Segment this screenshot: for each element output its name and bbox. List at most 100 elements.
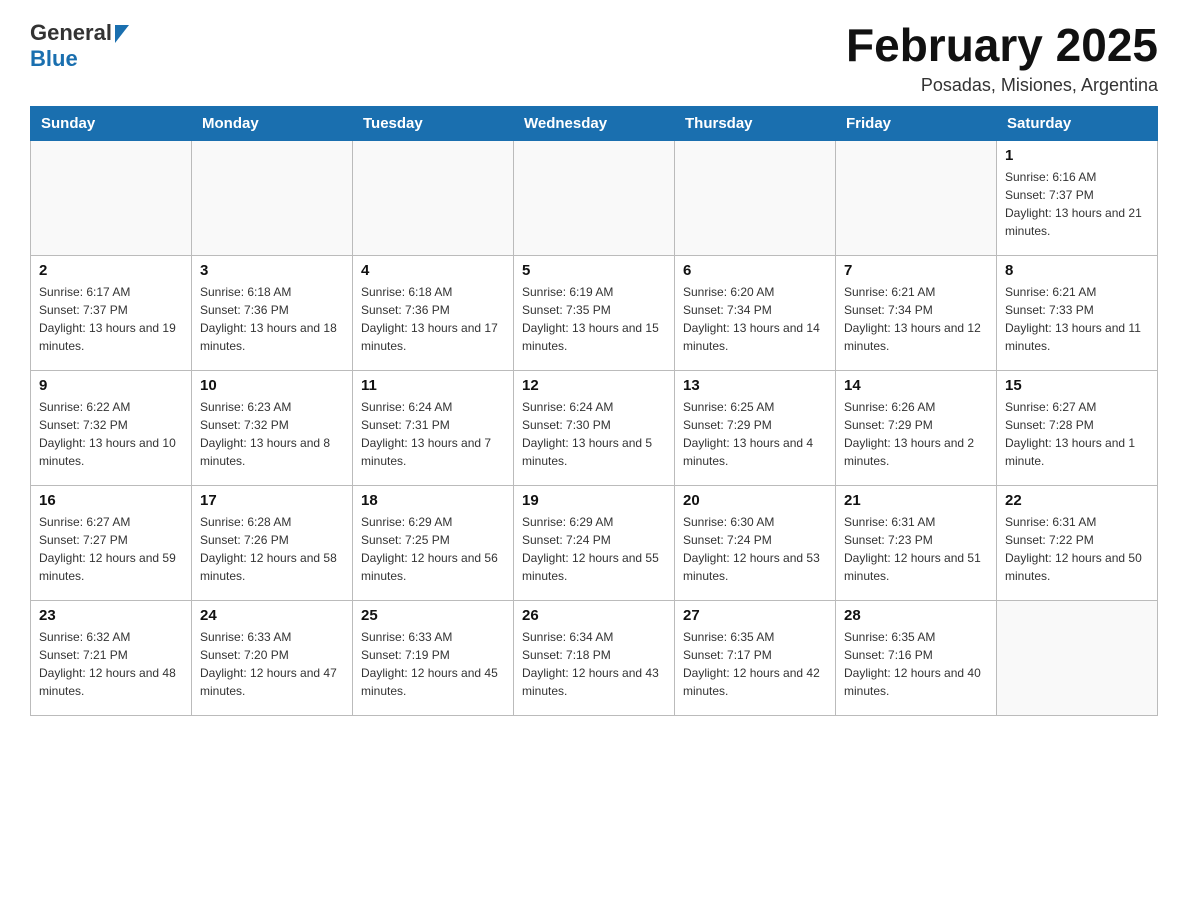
calendar-cell: 16 Sunrise: 6:27 AM Sunset: 7:27 PM Dayli… [31,485,192,600]
calendar-cell: 18Sunrise: 6:29 AM Sunset: 7:25 PM Dayli… [353,485,514,600]
logo-general-text: General [30,20,112,46]
calendar-cell: 12 Sunrise: 6:24 AM Sunset: 7:30 PM Dayli… [514,370,675,485]
calendar-header-sunday: Sunday [31,106,192,140]
day-number: 20 [683,492,827,509]
calendar-cell: 10 Sunrise: 6:23 AM Sunset: 7:32 PM Dayli… [192,370,353,485]
day-info: Sunrise: 6:19 AM Sunset: 7:35 PM Dayligh… [522,283,666,355]
day-number: 1 [1005,147,1149,164]
day-info: Sunrise: 6:18 AM Sunset: 7:36 PM Dayligh… [361,283,505,355]
day-info: Sunrise: 6:33 AM Sunset: 7:19 PM Dayligh… [361,628,505,700]
day-info: Sunrise: 6:22 AM Sunset: 7:32 PM Dayligh… [39,398,183,470]
calendar-cell: 23 Sunrise: 6:32 AM Sunset: 7:21 PM Dayli… [31,600,192,715]
day-info: Sunrise: 6:17 AM Sunset: 7:37 PM Dayligh… [39,283,183,355]
calendar-header-monday: Monday [192,106,353,140]
day-info: Sunrise: 6:21 AM Sunset: 7:33 PM Dayligh… [1005,283,1149,355]
day-info: Sunrise: 6:20 AM Sunset: 7:34 PM Dayligh… [683,283,827,355]
day-number: 19 [522,492,666,509]
page-header: General Blue February 2025 Posadas, Misi… [30,20,1158,96]
calendar-cell: 9Sunrise: 6:22 AM Sunset: 7:32 PM Daylig… [31,370,192,485]
calendar-header-row: SundayMondayTuesdayWednesdayThursdayFrid… [31,106,1158,140]
day-number: 21 [844,492,988,509]
day-number: 27 [683,607,827,624]
day-number: 12 [522,377,666,394]
calendar-cell: 2 Sunrise: 6:17 AM Sunset: 7:37 PM Daylig… [31,255,192,370]
day-info: Sunrise: 6:26 AM Sunset: 7:29 PM Dayligh… [844,398,988,470]
calendar-cell [997,600,1158,715]
calendar-cell: 3 Sunrise: 6:18 AM Sunset: 7:36 PM Daylig… [192,255,353,370]
calendar-cell: 4 Sunrise: 6:18 AM Sunset: 7:36 PM Daylig… [353,255,514,370]
day-info: Sunrise: 6:34 AM Sunset: 7:18 PM Dayligh… [522,628,666,700]
calendar-cell: 8 Sunrise: 6:21 AM Sunset: 7:33 PM Daylig… [997,255,1158,370]
day-number: 3 [200,262,344,279]
calendar-cell [675,140,836,255]
calendar-cell: 24Sunrise: 6:33 AM Sunset: 7:20 PM Dayli… [192,600,353,715]
day-info: Sunrise: 6:35 AM Sunset: 7:17 PM Dayligh… [683,628,827,700]
calendar-table: SundayMondayTuesdayWednesdayThursdayFrid… [30,106,1158,716]
calendar-row-2: 9Sunrise: 6:22 AM Sunset: 7:32 PM Daylig… [31,370,1158,485]
page-title: February 2025 [846,20,1158,71]
logo: General Blue [30,20,129,72]
day-info: Sunrise: 6:29 AM Sunset: 7:25 PM Dayligh… [361,513,505,585]
day-number: 25 [361,607,505,624]
calendar-row-0: 1Sunrise: 6:16 AM Sunset: 7:37 PM Daylig… [31,140,1158,255]
day-info: Sunrise: 6:30 AM Sunset: 7:24 PM Dayligh… [683,513,827,585]
day-info: Sunrise: 6:21 AM Sunset: 7:34 PM Dayligh… [844,283,988,355]
day-number: 6 [683,262,827,279]
day-info: Sunrise: 6:31 AM Sunset: 7:22 PM Dayligh… [1005,513,1149,585]
day-number: 23 [39,607,183,624]
day-number: 8 [1005,262,1149,279]
day-number: 7 [844,262,988,279]
day-number: 10 [200,377,344,394]
day-info: Sunrise: 6:25 AM Sunset: 7:29 PM Dayligh… [683,398,827,470]
calendar-cell: 5 Sunrise: 6:19 AM Sunset: 7:35 PM Daylig… [514,255,675,370]
day-number: 4 [361,262,505,279]
day-number: 5 [522,262,666,279]
day-number: 26 [522,607,666,624]
calendar-cell: 1Sunrise: 6:16 AM Sunset: 7:37 PM Daylig… [997,140,1158,255]
calendar-row-3: 16 Sunrise: 6:27 AM Sunset: 7:27 PM Dayli… [31,485,1158,600]
title-block: February 2025 Posadas, Misiones, Argenti… [846,20,1158,96]
day-number: 16 [39,492,183,509]
calendar-header-friday: Friday [836,106,997,140]
day-number: 22 [1005,492,1149,509]
logo-blue-text: Blue [30,46,78,72]
day-number: 11 [361,377,505,394]
day-info: Sunrise: 6:18 AM Sunset: 7:36 PM Dayligh… [200,283,344,355]
calendar-cell [192,140,353,255]
day-info: Sunrise: 6:27 AM Sunset: 7:27 PM Dayligh… [39,513,183,585]
calendar-row-4: 23 Sunrise: 6:32 AM Sunset: 7:21 PM Dayli… [31,600,1158,715]
calendar-cell: 19 Sunrise: 6:29 AM Sunset: 7:24 PM Dayli… [514,485,675,600]
day-info: Sunrise: 6:28 AM Sunset: 7:26 PM Dayligh… [200,513,344,585]
calendar-header-wednesday: Wednesday [514,106,675,140]
calendar-cell: 6 Sunrise: 6:20 AM Sunset: 7:34 PM Daylig… [675,255,836,370]
day-info: Sunrise: 6:35 AM Sunset: 7:16 PM Dayligh… [844,628,988,700]
day-info: Sunrise: 6:31 AM Sunset: 7:23 PM Dayligh… [844,513,988,585]
calendar-cell: 11 Sunrise: 6:24 AM Sunset: 7:31 PM Dayli… [353,370,514,485]
calendar-cell: 13 Sunrise: 6:25 AM Sunset: 7:29 PM Dayli… [675,370,836,485]
calendar-cell: 14 Sunrise: 6:26 AM Sunset: 7:29 PM Dayli… [836,370,997,485]
calendar-cell: 17 Sunrise: 6:28 AM Sunset: 7:26 PM Dayli… [192,485,353,600]
calendar-cell [353,140,514,255]
day-number: 17 [200,492,344,509]
day-number: 13 [683,377,827,394]
calendar-cell: 28Sunrise: 6:35 AM Sunset: 7:16 PM Dayli… [836,600,997,715]
calendar-cell: 26 Sunrise: 6:34 AM Sunset: 7:18 PM Dayli… [514,600,675,715]
calendar-header-saturday: Saturday [997,106,1158,140]
day-info: Sunrise: 6:24 AM Sunset: 7:30 PM Dayligh… [522,398,666,470]
day-info: Sunrise: 6:24 AM Sunset: 7:31 PM Dayligh… [361,398,505,470]
logo-triangle-icon [115,25,129,43]
calendar-cell [836,140,997,255]
calendar-cell: 21 Sunrise: 6:31 AM Sunset: 7:23 PM Dayli… [836,485,997,600]
day-info: Sunrise: 6:32 AM Sunset: 7:21 PM Dayligh… [39,628,183,700]
day-info: Sunrise: 6:29 AM Sunset: 7:24 PM Dayligh… [522,513,666,585]
day-info: Sunrise: 6:23 AM Sunset: 7:32 PM Dayligh… [200,398,344,470]
calendar-cell: 27 Sunrise: 6:35 AM Sunset: 7:17 PM Dayli… [675,600,836,715]
day-number: 2 [39,262,183,279]
day-info: Sunrise: 6:33 AM Sunset: 7:20 PM Dayligh… [200,628,344,700]
calendar-cell: 15Sunrise: 6:27 AM Sunset: 7:28 PM Dayli… [997,370,1158,485]
calendar-header-tuesday: Tuesday [353,106,514,140]
calendar-cell: 25 Sunrise: 6:33 AM Sunset: 7:19 PM Dayli… [353,600,514,715]
calendar-cell: 20 Sunrise: 6:30 AM Sunset: 7:24 PM Dayli… [675,485,836,600]
day-number: 14 [844,377,988,394]
calendar-cell: 22 Sunrise: 6:31 AM Sunset: 7:22 PM Dayli… [997,485,1158,600]
